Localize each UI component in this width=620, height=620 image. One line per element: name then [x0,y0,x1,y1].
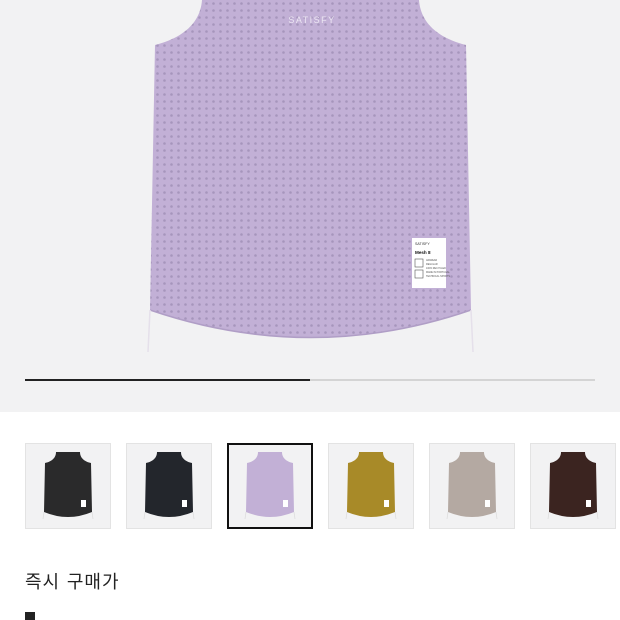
svg-text:TECHNICAL SPORTS: TECHNICAL SPORTS [426,275,450,278]
carousel-progress-bar[interactable] [25,379,595,381]
color-thumb-dark-brown[interactable] [530,443,616,529]
tank-top-thumbnail-icon [244,452,296,520]
color-thumb-taupe[interactable] [429,443,515,529]
color-thumb-mustard[interactable] [328,443,414,529]
product-image-viewer[interactable]: SATISFY SATISFY Mesh 8 AIRWEAR REGULAR 1… [0,0,620,412]
svg-text:100% RECYCLED: 100% RECYCLED [426,267,446,270]
right-drawstring [470,309,474,353]
svg-text:AIRWEAR: AIRWEAR [426,259,437,262]
tank-top-thumbnail-icon [547,452,599,520]
product-image: SATISFY SATISFY Mesh 8 AIRWEAR REGULAR 1… [147,0,474,353]
color-thumb-lavender[interactable] [227,443,313,529]
instant-purchase-price-label: 즉시 구매가 [25,572,120,593]
svg-text:SATISFY: SATISFY [415,242,430,246]
svg-text:REGULAR: REGULAR [426,263,438,266]
price-value-partial [25,612,35,620]
tank-top-thumbnail-icon [42,452,94,520]
tank-top-thumbnail-icon [345,452,397,520]
tank-top-thumbnail-icon [143,452,195,520]
svg-text:Mesh 8: Mesh 8 [415,250,431,255]
color-thumb-navy-black[interactable] [126,443,212,529]
brand-logo: SATISFY [288,15,335,25]
color-thumb-black[interactable] [25,443,111,529]
care-label: SATISFY Mesh 8 AIRWEAR REGULAR 100% RECY… [412,238,450,288]
carousel-progress-fill [25,379,310,381]
color-thumbnail-list [25,443,620,533]
tank-top-thumbnail-icon [446,452,498,520]
svg-text:MADE IN PORTUGAL: MADE IN PORTUGAL [426,271,450,274]
left-drawstring [147,309,151,353]
